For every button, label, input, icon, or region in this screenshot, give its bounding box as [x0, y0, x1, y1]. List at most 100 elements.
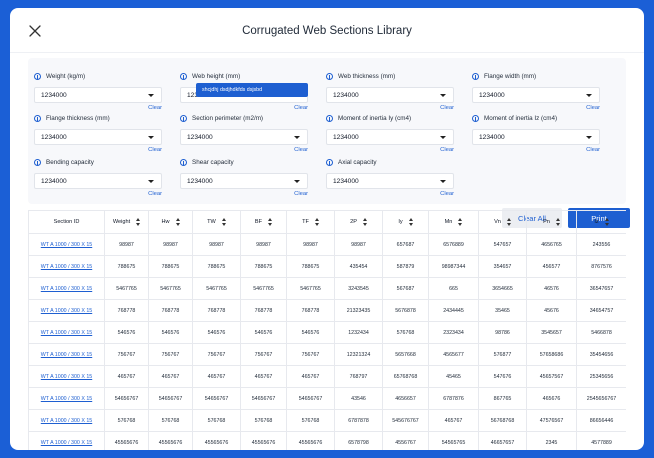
table-cell: 5467765	[286, 277, 335, 300]
clear-link[interactable]: Clear	[472, 105, 600, 111]
section-id-link[interactable]: WT A 1000 / 300 X 15	[41, 330, 92, 336]
column-header[interactable]: Weight	[104, 210, 149, 234]
section-id-link[interactable]: WT A 1000 / 300 X 15	[41, 242, 92, 248]
sort-icon[interactable]	[268, 218, 273, 226]
info-icon[interactable]	[326, 114, 333, 122]
filter-select[interactable]: 1234000	[34, 129, 162, 145]
clear-link[interactable]: Clear	[326, 191, 454, 197]
column-header[interactable]: TF	[286, 210, 335, 234]
info-icon[interactable]	[326, 158, 333, 166]
clear-link[interactable]: Clear	[34, 105, 162, 111]
chevron-down-icon	[294, 136, 300, 139]
table-cell: 5657668	[382, 343, 429, 366]
sort-icon[interactable]	[458, 218, 463, 226]
table-cell: 768778	[192, 299, 241, 322]
clear-link[interactable]: Clear	[34, 147, 162, 153]
filter-select[interactable]: 1234000	[326, 129, 454, 145]
column-header[interactable]: Pn	[526, 210, 577, 234]
column-header-label: Iy	[398, 219, 403, 225]
section-id-link[interactable]: WT A 1000 / 300 X 15	[41, 308, 92, 314]
info-icon[interactable]	[34, 114, 41, 122]
sort-icon[interactable]	[408, 218, 413, 226]
section-id-link[interactable]: WT A 1000 / 300 X 15	[41, 352, 92, 358]
filter-select-value: 1234000	[187, 177, 213, 185]
filter-label: Section perimeter (m2/m)	[180, 112, 308, 124]
column-header[interactable]: TW	[192, 210, 241, 234]
column-header[interactable]: Iz	[576, 210, 626, 234]
table-cell: 3243545	[334, 277, 383, 300]
column-header[interactable]: Vn	[478, 210, 527, 234]
filter-select[interactable]: 1234000	[34, 173, 162, 189]
filter-select[interactable]: 1234000	[326, 87, 454, 103]
table-cell: 8767576	[576, 255, 626, 278]
table-cell: 788675	[104, 255, 149, 278]
column-header-label: Weight	[112, 219, 131, 225]
filter-select-value: 1234000	[41, 177, 67, 185]
table-cell: 456577	[526, 255, 577, 278]
table-cell: 54656767	[192, 387, 241, 410]
column-header[interactable]: 2P	[334, 210, 383, 234]
sort-icon[interactable]	[506, 218, 511, 226]
clear-link[interactable]: Clear	[180, 147, 308, 153]
info-icon[interactable]	[34, 158, 41, 166]
filter-select[interactable]: 1234000	[34, 87, 162, 103]
section-id-link[interactable]: WT A 1000 / 300 X 15	[41, 286, 92, 292]
clear-link[interactable]: Clear	[326, 147, 454, 153]
table-cell: 576768	[192, 409, 241, 432]
sort-icon[interactable]	[314, 218, 319, 226]
table-cell: 65768768	[382, 365, 429, 388]
clear-link[interactable]: Clear	[326, 105, 454, 111]
filter-field: Bending capacity 1234000 Clear	[34, 156, 162, 197]
info-icon[interactable]	[472, 72, 479, 80]
table-cell: 45565676	[240, 431, 287, 450]
info-icon[interactable]	[34, 72, 41, 80]
clear-link[interactable]: Clear	[180, 105, 308, 111]
info-icon[interactable]	[326, 72, 333, 80]
info-icon[interactable]	[180, 114, 187, 122]
section-id-link[interactable]: WT A 1000 / 300 X 15	[41, 396, 92, 402]
clear-link[interactable]: Clear	[180, 191, 308, 197]
table-cell: 45565676	[104, 431, 149, 450]
sort-icon[interactable]	[136, 218, 141, 226]
filter-select[interactable]: 1234000	[472, 129, 600, 145]
sections-table-container[interactable]: Section ID Weight Hw TW BF TF 2P Iy Mn Vn Pn Iz WT …	[28, 210, 626, 450]
section-id-link[interactable]: WT A 1000 / 300 X 15	[41, 374, 92, 380]
table-cell: 46657657	[478, 431, 527, 450]
table-cell: 98987344	[428, 255, 479, 278]
column-header[interactable]: Mn	[428, 210, 479, 234]
clear-link[interactable]: Clear	[472, 147, 600, 153]
table-cell: 2545656767	[576, 387, 626, 410]
column-header[interactable]: Hw	[148, 210, 193, 234]
sort-icon[interactable]	[362, 218, 367, 226]
column-header-label: Hw	[161, 219, 170, 225]
clear-link[interactable]: Clear	[34, 191, 162, 197]
column-header-label: 2P	[350, 219, 357, 225]
filter-select-value: 1234000	[187, 133, 213, 141]
sort-icon[interactable]	[604, 218, 609, 226]
sort-icon[interactable]	[555, 218, 560, 226]
table-cell: 768778	[286, 299, 335, 322]
info-icon[interactable]	[180, 158, 187, 166]
table-cell: 576768	[382, 321, 429, 344]
info-icon[interactable]	[180, 72, 187, 80]
column-header[interactable]: Iy	[382, 210, 429, 234]
section-id-link[interactable]: WT A 1000 / 300 X 15	[41, 440, 92, 446]
info-icon[interactable]	[472, 114, 479, 122]
section-id-cell: WT A 1000 / 300 X 15	[28, 343, 105, 366]
section-id-link[interactable]: WT A 1000 / 300 X 15	[41, 264, 92, 270]
section-id-cell: WT A 1000 / 300 X 15	[28, 365, 105, 388]
section-id-link[interactable]: WT A 1000 / 300 X 15	[41, 418, 92, 424]
filter-select[interactable]: 1234000	[180, 129, 308, 145]
filter-select[interactable]: 1234000	[326, 173, 454, 189]
table-cell: 45565676	[192, 431, 241, 450]
sort-icon[interactable]	[221, 218, 226, 226]
column-header[interactable]: BF	[240, 210, 287, 234]
table-cell: 34654757	[576, 299, 626, 322]
header-divider	[10, 52, 644, 53]
section-id-cell: WT A 1000 / 300 X 15	[28, 277, 105, 300]
table-cell: 4656765	[526, 233, 577, 256]
sort-icon[interactable]	[175, 218, 180, 226]
filter-select[interactable]: 1234000	[180, 173, 308, 189]
filter-select[interactable]: 1234000	[472, 87, 600, 103]
filter-label: Flange thickness (mm)	[34, 112, 162, 124]
